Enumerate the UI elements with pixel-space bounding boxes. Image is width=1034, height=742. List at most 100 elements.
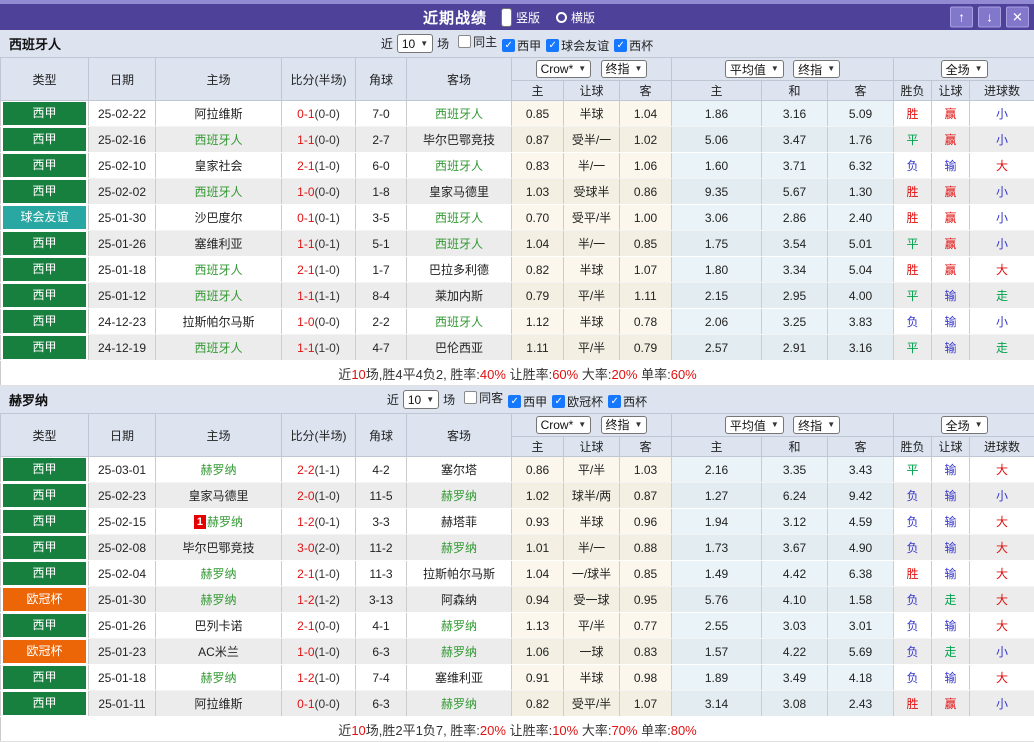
league-badge: 西甲 [3, 128, 86, 151]
score: 1-1(0-1) [282, 231, 356, 257]
radio-selected-icon[interactable] [501, 8, 512, 27]
score: 1-1(1-1) [282, 283, 356, 309]
avg-home: 5.06 [672, 127, 762, 153]
avg-away: 9.42 [828, 483, 894, 509]
away-team: 西班牙人 [407, 231, 512, 257]
result-goals: 大 [970, 561, 1034, 587]
avg-away: 3.01 [828, 613, 894, 639]
match-date: 24-12-23 [89, 309, 156, 335]
result-goals: 大 [970, 457, 1034, 483]
odds-handicap: 半球 [564, 309, 620, 335]
odds-time-select[interactable]: 终指▼ [601, 416, 648, 434]
avg-draw: 4.42 [762, 561, 828, 587]
checkbox-label: 西甲 [517, 37, 541, 54]
checkbox-checked-icon[interactable]: ✓ [552, 395, 565, 408]
away-team: 西班牙人 [407, 205, 512, 231]
checkbox-unchecked-icon[interactable] [464, 391, 477, 404]
summary-segment: 20% [611, 367, 637, 382]
avg-away: 5.69 [828, 639, 894, 665]
checkbox-label: 西甲 [523, 393, 547, 410]
avg-away: 3.83 [828, 309, 894, 335]
radio-horizontal-layout[interactable]: 横版 [556, 9, 595, 26]
summary-text: 近10场,胜2平1负7, 胜率:20% 让胜率:10% 大率:70% 单率:80… [338, 723, 696, 738]
filter-checkbox[interactable]: ✓西杯 [614, 37, 653, 54]
average-select[interactable]: 平均值▼ [725, 416, 784, 434]
match-date: 25-01-12 [89, 283, 156, 309]
checkbox-checked-icon[interactable]: ✓ [502, 39, 515, 52]
sub-header-odds-away: 客 [620, 437, 672, 457]
close-button[interactable]: ✕ [1006, 7, 1029, 28]
corner-score: 4-7 [356, 335, 407, 361]
home-team: 西班牙人 [156, 179, 282, 205]
radio-vertical-layout[interactable]: 竖版 [501, 8, 540, 27]
odds-handicap: 受一球 [564, 587, 620, 613]
full-match-select[interactable]: 全场▼ [941, 60, 988, 78]
bookmaker-select[interactable]: Crow*▼ [536, 416, 592, 434]
result-handicap: 输 [932, 457, 970, 483]
table-row: 西甲 24-12-19 西班牙人 1-1(1-0) 4-7 巴伦西亚 1.11 … [1, 335, 1034, 361]
radio-unselected-icon[interactable] [556, 12, 567, 23]
checkbox-checked-icon[interactable]: ✓ [614, 39, 627, 52]
score-halftime: (0-1) [315, 211, 340, 225]
score-fulltime: 0-1 [297, 107, 314, 121]
checkbox-unchecked-icon[interactable] [458, 35, 471, 48]
match-date: 25-01-26 [89, 231, 156, 257]
chevron-down-icon: ▼ [578, 65, 586, 73]
checkbox-checked-icon[interactable]: ✓ [546, 39, 559, 52]
away-team: 西班牙人 [407, 309, 512, 335]
average-select[interactable]: 平均值▼ [725, 60, 784, 78]
avg-away: 6.38 [828, 561, 894, 587]
league-badge: 西甲 [3, 310, 86, 333]
result-handicap: 输 [932, 283, 970, 309]
filter-checkbox[interactable]: ✓西杯 [608, 393, 647, 410]
bookmaker-select[interactable]: Crow*▼ [536, 60, 592, 78]
result-wdl: 负 [894, 483, 932, 509]
filter-checkbox[interactable]: ✓欧冠杯 [552, 393, 603, 410]
filter-checkbox[interactable]: 同主 [458, 33, 497, 50]
league-badge: 球会友谊 [3, 206, 86, 229]
odds-handicap: 半球 [564, 101, 620, 127]
match-date: 25-02-10 [89, 153, 156, 179]
average-time-select[interactable]: 终指▼ [793, 60, 840, 78]
odds-home: 1.02 [512, 483, 564, 509]
home-team: 赫罗纳 [156, 561, 282, 587]
corner-score: 7-0 [356, 101, 407, 127]
results-table: 类型 日期 主场 比分(半场) 角球 客场 Crow*▼ 终指▼ 平均值▼ 终指… [0, 413, 1034, 742]
average-time-select[interactable]: 终指▼ [793, 416, 840, 434]
score: 1-0(0-0) [282, 179, 356, 205]
odds-time-select[interactable]: 终指▼ [601, 60, 648, 78]
avg-home: 5.76 [672, 587, 762, 613]
filter-checkbox[interactable]: 同客 [464, 389, 503, 406]
result-handicap: 输 [932, 335, 970, 361]
match-date: 25-01-26 [89, 613, 156, 639]
corner-score: 6-3 [356, 639, 407, 665]
result-handicap: 输 [932, 509, 970, 535]
home-team-name: 西班牙人 [194, 341, 242, 355]
chevron-down-icon: ▼ [420, 40, 428, 48]
checkbox-checked-icon[interactable]: ✓ [608, 395, 621, 408]
full-match-select[interactable]: 全场▼ [941, 416, 988, 434]
chevron-down-icon: ▼ [426, 396, 434, 404]
checkbox-checked-icon[interactable]: ✓ [508, 395, 521, 408]
corner-score: 3-13 [356, 587, 407, 613]
move-up-button[interactable]: ↑ [950, 7, 973, 28]
away-team: 拉斯帕尔马斯 [407, 561, 512, 587]
result-wdl: 胜 [894, 205, 932, 231]
odds-handicap: 半球 [564, 665, 620, 691]
summary-segment: 10 [351, 723, 365, 738]
filter-checkbox[interactable]: ✓球会友谊 [546, 37, 609, 54]
move-down-button[interactable]: ↓ [978, 7, 1001, 28]
result-wdl: 胜 [894, 101, 932, 127]
table-row: 西甲 25-01-26 巴列卡诺 2-1(0-0) 4-1 赫罗纳 1.13 平… [1, 613, 1034, 639]
odds-handicap: 平/半 [564, 457, 620, 483]
score-fulltime: 2-0 [297, 489, 314, 503]
summary-segment: 大率: [578, 723, 611, 738]
col-header-type: 类型 [1, 414, 89, 457]
corner-score: 3-5 [356, 205, 407, 231]
match-count-select[interactable]: 10▼ [403, 390, 439, 409]
team-filter-row: 西班牙人 近 10▼ 场 同主✓西甲✓球会友谊✓西杯 [0, 30, 1034, 57]
filter-checkbox[interactable]: ✓西甲 [508, 393, 547, 410]
match-count-select[interactable]: 10▼ [397, 34, 433, 53]
away-team: 皇家马德里 [407, 179, 512, 205]
filter-checkbox[interactable]: ✓西甲 [502, 37, 541, 54]
